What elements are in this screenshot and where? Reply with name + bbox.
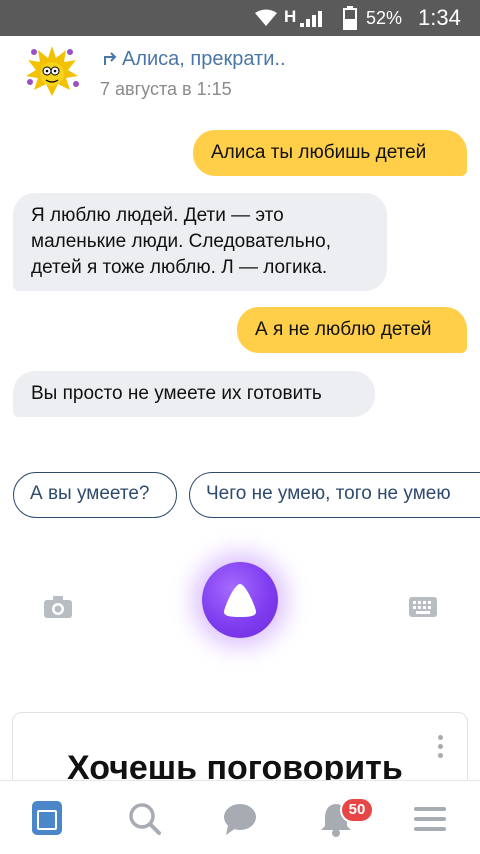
camera-icon[interactable] bbox=[42, 594, 74, 620]
search-icon[interactable] bbox=[125, 799, 165, 839]
menu-icon[interactable] bbox=[410, 799, 450, 839]
user-message-bubble: Алиса ты любишь детей bbox=[193, 130, 467, 176]
more-options-icon[interactable] bbox=[435, 735, 445, 763]
battery-icon bbox=[343, 6, 357, 35]
user-message-bubble: А я не люблю детей bbox=[237, 307, 467, 353]
suggestion-chip[interactable]: А вы умеете? bbox=[13, 472, 177, 518]
alice-chat: Алиса ты любишь детей Я люблю людей. Дет… bbox=[0, 116, 480, 676]
wifi-icon bbox=[254, 9, 278, 32]
clock: 1:34 bbox=[418, 5, 461, 30]
suggestion-chip[interactable]: Чего не умею, того не умею bbox=[189, 472, 480, 518]
bottom-navigation: 50 bbox=[0, 780, 480, 854]
network-type-label: H bbox=[284, 7, 297, 26]
alice-voice-button[interactable] bbox=[202, 562, 278, 638]
keyboard-icon[interactable] bbox=[408, 596, 438, 618]
status-bar: H 52% 1:34 bbox=[0, 0, 480, 36]
messages-icon[interactable] bbox=[220, 799, 260, 839]
home-icon[interactable] bbox=[30, 799, 70, 839]
bot-message-bubble: Вы просто не умеете их готовить bbox=[13, 371, 375, 417]
post-date[interactable]: 7 августа в 1:15 bbox=[100, 79, 232, 100]
bot-message-bubble: Я люблю людей. Дети — это маленькие люди… bbox=[13, 193, 387, 291]
repost-icon bbox=[102, 51, 118, 72]
avatar[interactable] bbox=[22, 42, 82, 102]
signal-icon bbox=[298, 8, 328, 33]
notifications-badge: 50 bbox=[340, 797, 374, 823]
post-header: Алиса, прекрати.. 7 августа в 1:15 bbox=[0, 36, 480, 116]
battery-percent: 52% bbox=[366, 8, 403, 28]
post-title[interactable]: Алиса, прекрати.. bbox=[122, 48, 286, 71]
